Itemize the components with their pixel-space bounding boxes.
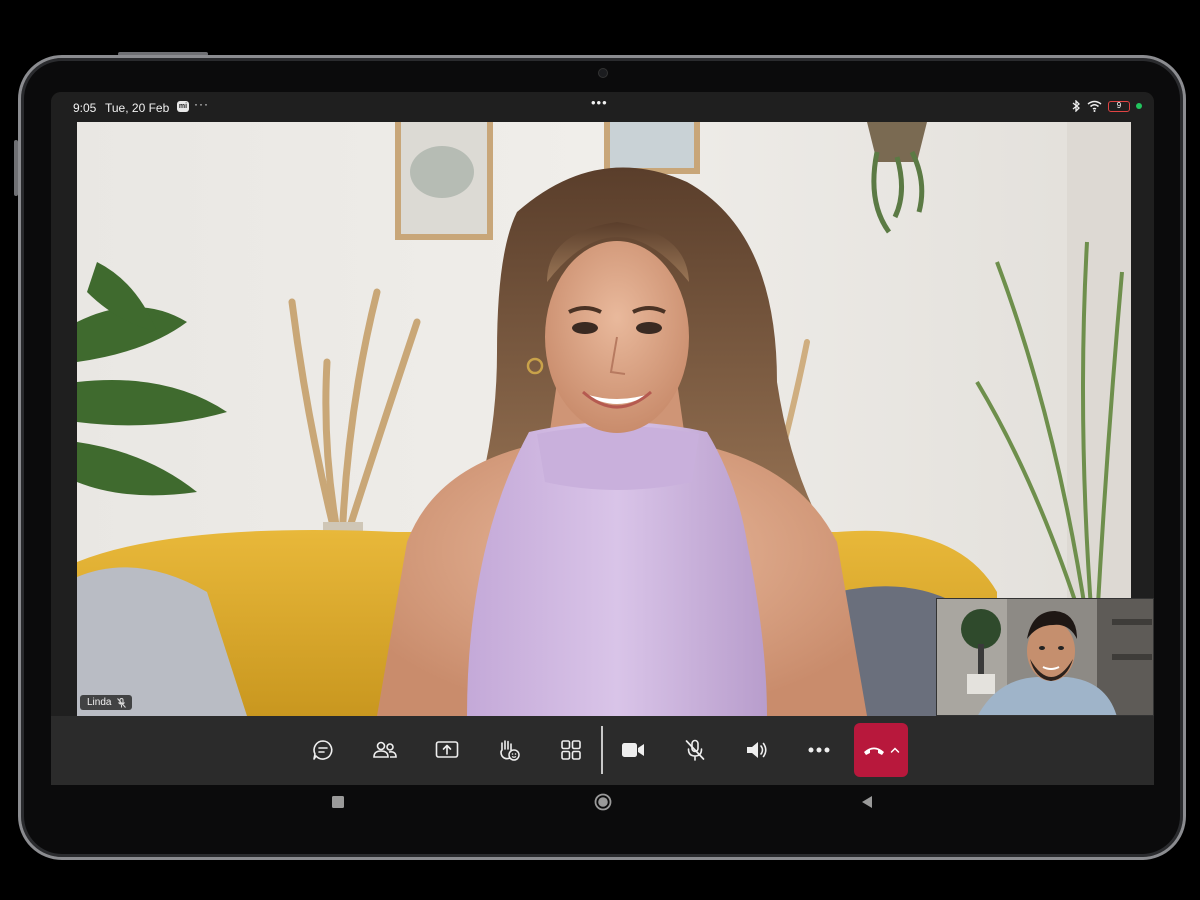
status-more-icon: ··· bbox=[194, 97, 209, 111]
share-screen-button[interactable] bbox=[425, 728, 469, 772]
participant-name: Linda bbox=[87, 697, 112, 708]
raise-hand-icon bbox=[500, 740, 520, 761]
screen: 9:05 Tue, 20 Feb mi ··· ••• 9 Linda bbox=[51, 92, 1154, 785]
recents-icon[interactable] bbox=[331, 795, 345, 809]
speaker-icon bbox=[747, 742, 767, 758]
system-nav-bar bbox=[51, 785, 1154, 827]
call-control-bar bbox=[51, 716, 1154, 785]
status-time: 9:05 bbox=[73, 101, 97, 115]
mi-icon: mi bbox=[177, 101, 189, 112]
self-view-video[interactable] bbox=[936, 598, 1154, 716]
grid-icon bbox=[561, 740, 581, 760]
back-icon[interactable] bbox=[861, 795, 873, 809]
reactions-button[interactable] bbox=[487, 728, 531, 772]
more-options-button[interactable] bbox=[797, 728, 841, 772]
window-handle-icon[interactable]: ••• bbox=[591, 95, 608, 110]
people-icon bbox=[373, 741, 397, 758]
more-icon bbox=[808, 747, 830, 753]
layout-button[interactable] bbox=[549, 728, 593, 772]
home-icon[interactable] bbox=[594, 793, 612, 811]
bluetooth-icon bbox=[1072, 100, 1080, 112]
mic-off-icon bbox=[117, 697, 127, 708]
people-button[interactable] bbox=[363, 728, 407, 772]
speaker-button[interactable] bbox=[735, 728, 779, 772]
front-camera bbox=[598, 68, 608, 78]
video-camera-icon bbox=[622, 743, 644, 757]
camera-toggle-button[interactable] bbox=[611, 728, 655, 772]
hangup-button[interactable] bbox=[854, 723, 908, 777]
mic-toggle-button[interactable] bbox=[673, 728, 717, 772]
privacy-indicator-icon bbox=[1136, 103, 1142, 109]
chat-button[interactable] bbox=[301, 728, 345, 772]
status-icons: 9 bbox=[1072, 100, 1142, 112]
chevron-up-icon[interactable] bbox=[890, 746, 900, 754]
wifi-icon bbox=[1087, 100, 1102, 112]
chat-icon bbox=[313, 740, 333, 760]
participant-name-badge: Linda bbox=[80, 695, 133, 710]
share-screen-icon bbox=[435, 741, 459, 758]
self-view-image bbox=[937, 599, 1153, 715]
control-divider bbox=[601, 726, 603, 774]
status-date: Tue, 20 Feb bbox=[105, 101, 170, 115]
phone-hangup-icon bbox=[864, 747, 884, 755]
battery-icon: 9 bbox=[1108, 100, 1130, 112]
status-bar: 9:05 Tue, 20 Feb mi ··· ••• 9 bbox=[51, 92, 1154, 122]
mic-off-icon bbox=[685, 739, 705, 761]
